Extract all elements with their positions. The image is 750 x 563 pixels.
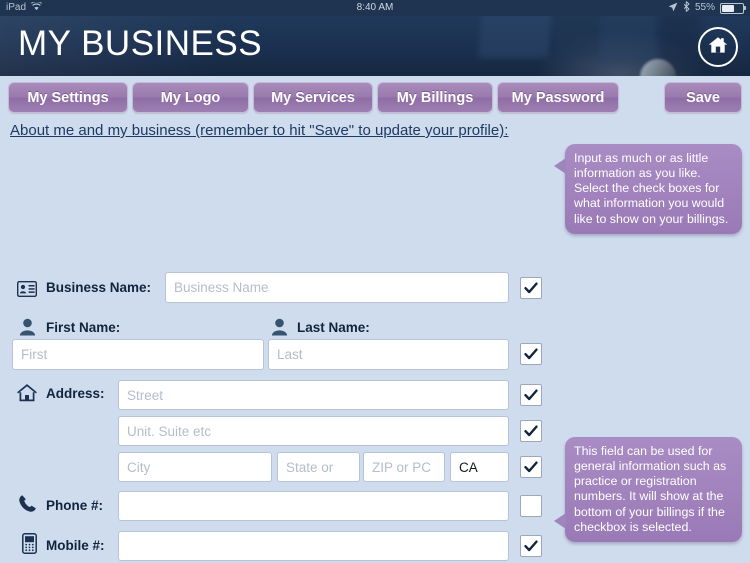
page-title: MY BUSINESS <box>18 24 263 63</box>
home-icon <box>707 35 729 60</box>
home-button[interactable] <box>698 27 738 67</box>
address-zip-input[interactable] <box>363 452 445 482</box>
section-heading: About me and my business (remember to hi… <box>10 122 509 139</box>
tooltip-bottom: This field can be used for general infor… <box>554 437 742 542</box>
first-name-label: First Name: <box>46 320 121 335</box>
mobile-label: Mobile #: <box>46 538 105 553</box>
tooltip-top: Input as much or as little information a… <box>554 144 742 234</box>
app-screen: 8:40 AM iPad 55% MY BUSINESS My Settings… <box>0 0 750 563</box>
device-name: iPad <box>6 2 27 13</box>
name-checkbox[interactable] <box>520 343 542 365</box>
tab-my-services[interactable]: My Services <box>253 82 373 113</box>
tab-my-password[interactable]: My Password <box>497 82 619 113</box>
status-bar-time: 8:40 AM <box>356 2 394 13</box>
last-name-input[interactable] <box>268 339 509 370</box>
tab-bar: My Settings My Logo My Services My Billi… <box>0 76 750 120</box>
tab-my-logo[interactable]: My Logo <box>132 82 249 113</box>
mobile-phone-icon <box>18 532 40 554</box>
phone-label: Phone #: <box>46 498 104 513</box>
business-name-label: Business Name: <box>46 280 152 295</box>
address-street-checkbox[interactable] <box>520 384 542 406</box>
business-name-checkbox[interactable] <box>520 277 542 299</box>
tab-my-settings[interactable]: My Settings <box>8 82 128 113</box>
address-country-input[interactable] <box>450 452 509 482</box>
location-arrow-icon <box>668 2 678 15</box>
phone-input[interactable] <box>118 491 509 521</box>
battery-icon <box>720 2 746 14</box>
address-unit-input[interactable] <box>118 416 509 446</box>
person-icon <box>268 316 290 338</box>
last-name-label: Last Name: <box>297 320 370 335</box>
battery-percent-label: 55% <box>694 2 715 13</box>
person-icon <box>16 316 38 338</box>
address-city-input[interactable] <box>118 452 272 482</box>
save-button[interactable]: Save <box>664 82 742 113</box>
app-header: MY BUSINESS <box>0 16 750 76</box>
home-outline-icon <box>16 382 38 404</box>
contact-card-icon <box>16 278 38 300</box>
business-name-input[interactable] <box>165 272 509 303</box>
phone-checkbox[interactable] <box>520 495 542 517</box>
bluetooth-icon <box>683 1 690 15</box>
address-city-checkbox[interactable] <box>520 456 542 478</box>
status-bar: 8:40 AM iPad 55% <box>0 0 750 16</box>
address-unit-checkbox[interactable] <box>520 420 542 442</box>
header-bg-shape <box>556 16 598 56</box>
phone-handset-icon <box>16 492 38 514</box>
header-bg-shape <box>478 16 552 58</box>
status-bar-right: 55% <box>668 0 746 16</box>
address-label: Address: <box>46 386 105 401</box>
mobile-input[interactable] <box>118 531 509 561</box>
status-bar-left: iPad <box>6 0 43 16</box>
tab-my-billings[interactable]: My Billings <box>377 82 493 113</box>
mobile-checkbox[interactable] <box>520 535 542 557</box>
wifi-icon <box>30 1 43 14</box>
first-name-input[interactable] <box>12 339 264 370</box>
address-street-input[interactable] <box>118 380 509 410</box>
address-state-input[interactable] <box>277 452 360 482</box>
header-bg-shape <box>600 16 655 62</box>
